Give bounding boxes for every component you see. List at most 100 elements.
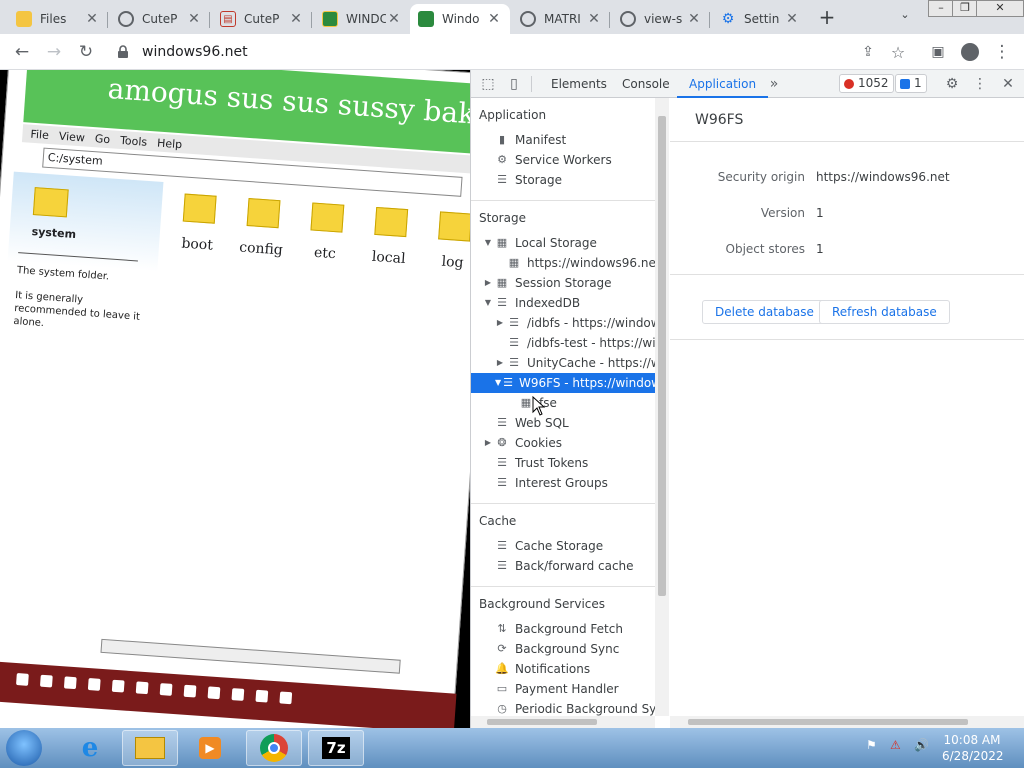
chrome-icon[interactable] [246, 730, 302, 766]
w96-file-log[interactable]: log [422, 210, 470, 272]
tab-settings[interactable]: ⚙ Settin ✕ [712, 4, 808, 34]
close-icon[interactable]: ✕ [586, 11, 602, 27]
w96-horizontal-scrollbar[interactable] [100, 638, 401, 674]
tab-matri[interactable]: MATRI ✕ [512, 4, 610, 34]
collapsed-triangle-icon[interactable]: ▶ [483, 433, 493, 453]
sidebar-item-web-sql[interactable]: ☰ Web SQL [495, 413, 569, 433]
system-clock[interactable]: 10:08 AM 6/28/2022 [942, 732, 1004, 764]
bookmark-star-icon[interactable]: ☆ [888, 42, 908, 62]
sidebar-item-background-fetch[interactable]: ⇅ Background Fetch [495, 619, 623, 639]
sidebar-item-trust-tokens[interactable]: ☰ Trust Tokens [495, 453, 588, 473]
collapsed-triangle-icon[interactable]: ▶ [483, 273, 493, 293]
devtools-close-icon[interactable]: ✕ [999, 75, 1017, 93]
inspect-element-icon[interactable]: ⬚ [479, 75, 497, 93]
new-tab-button[interactable]: + [816, 7, 838, 29]
tab-cutep-2[interactable]: ▤ CuteP ✕ [212, 4, 312, 34]
scrollbar-thumb[interactable] [658, 116, 666, 596]
window-close-button[interactable]: ✕ [976, 0, 1024, 17]
devtools-tab-elements[interactable]: Elements [551, 70, 607, 98]
devtools-menu-kebab-icon[interactable]: ⋮ [971, 75, 989, 93]
ie-icon[interactable]: e [62, 730, 118, 766]
message-count-badge[interactable]: 1 [895, 74, 927, 93]
expanded-triangle-icon[interactable]: ▼ [483, 293, 493, 313]
w96-menu-go[interactable]: Go [94, 132, 110, 146]
tab-files[interactable]: Files ✕ [8, 4, 108, 34]
sidebar-item-session-storage[interactable]: ▶ ▦ Session Storage [483, 273, 612, 293]
maximize-button[interactable]: ❐ [952, 0, 978, 17]
sidebar-item-interest-groups[interactable]: ☰ Interest Groups [495, 473, 608, 493]
network-warning-icon[interactable]: ⚠ [890, 738, 901, 758]
menu-kebab-icon[interactable]: ⋮ [992, 42, 1012, 62]
tab-windc[interactable]: WINDC ✕ [314, 4, 410, 34]
devtools-tab-application[interactable]: Application [677, 70, 769, 98]
minimize-button[interactable]: – [928, 0, 954, 17]
reload-icon[interactable]: ↻ [76, 42, 96, 62]
error-icon [844, 79, 854, 89]
collapsed-triangle-icon[interactable]: ▶ [495, 353, 505, 373]
sidebar-item-cache-storage[interactable]: ☰ Cache Storage [495, 536, 603, 556]
sidebar-item-idb-idbfs-test[interactable]: ☰ /idbfs-test - https://winc [507, 333, 655, 353]
database-icon: ☰ [509, 356, 519, 369]
devtools-settings-gear-icon[interactable]: ⚙ [943, 75, 961, 93]
share-icon[interactable]: ⇪ [858, 42, 878, 62]
sidebar-horizontal-scrollbar[interactable] [471, 716, 655, 728]
expanded-triangle-icon[interactable]: ▼ [495, 373, 501, 393]
delete-database-button[interactable]: Delete database [702, 300, 827, 324]
sidebar-item-periodic-background-sync[interactable]: ◷ Periodic Background Sync [495, 699, 655, 716]
close-icon[interactable]: ✕ [386, 11, 402, 27]
close-icon[interactable]: ✕ [686, 11, 702, 27]
device-toolbar-icon[interactable]: ▯ [505, 75, 523, 93]
w96-file-etc[interactable]: etc [294, 202, 358, 264]
sidebar-item-service-workers[interactable]: ⚙ Service Workers [495, 150, 612, 170]
error-count-badge[interactable]: 1052 [839, 74, 894, 93]
main-horizontal-scrollbar[interactable] [670, 716, 1024, 728]
sidebar-item-storage-overview[interactable]: ☰ Storage [495, 170, 562, 190]
tab-view-s[interactable]: view-s ✕ [612, 4, 710, 34]
expanded-triangle-icon[interactable]: ▼ [483, 233, 493, 253]
w96-file-local[interactable]: local [358, 206, 422, 268]
w96-file-boot[interactable]: boot [167, 193, 231, 255]
w96-menu-file[interactable]: File [30, 127, 49, 141]
media-player-icon[interactable]: ▶ [182, 730, 238, 766]
explorer-icon[interactable] [122, 730, 178, 766]
sidebar-item-background-sync[interactable]: ⟳ Background Sync [495, 639, 619, 659]
windows-start-orb-icon[interactable] [6, 730, 42, 766]
tab-cutep-1[interactable]: CuteP ✕ [110, 4, 210, 34]
action-center-flag-icon[interactable]: ⚑ [866, 738, 877, 758]
close-icon[interactable]: ✕ [186, 11, 202, 27]
close-icon[interactable]: ✕ [288, 11, 304, 27]
w96-menu-help[interactable]: Help [157, 136, 183, 151]
refresh-database-button[interactable]: Refresh database [819, 300, 950, 324]
w96-menu-view[interactable]: View [58, 129, 85, 144]
sidebar-item-idb-w96fs[interactable]: ▼ ☰ W96FS - https://window [471, 373, 655, 393]
volume-icon[interactable]: 🔊 [914, 738, 929, 758]
tab-windows96-active[interactable]: Windo ✕ [410, 4, 510, 34]
collapsed-triangle-icon[interactable]: ▶ [495, 313, 505, 333]
w96-file-config[interactable]: config [231, 197, 295, 259]
sidebar-item-payment-handler[interactable]: ▭ Payment Handler [495, 679, 619, 699]
sidebar-item-manifest[interactable]: ▮ Manifest [495, 130, 566, 150]
more-tabs-chevron-icon[interactable]: » [765, 75, 783, 93]
close-icon[interactable]: ✕ [784, 11, 800, 27]
devtools-tab-console[interactable]: Console [622, 70, 670, 98]
tab-search-chevron-icon[interactable]: ⌄ [895, 8, 915, 26]
close-icon[interactable]: ✕ [486, 11, 502, 27]
sidebar-item-idb-unitycache[interactable]: ▶ ☰ UnityCache - https://wir [495, 353, 655, 373]
side-panel-icon[interactable]: ▣ [928, 42, 948, 62]
w96-menu-tools[interactable]: Tools [120, 133, 148, 148]
sidebar-item-cookies[interactable]: ▶ ❂ Cookies [483, 433, 562, 453]
sidebar-item-bfcache[interactable]: ☰ Back/forward cache [495, 556, 633, 576]
profile-avatar-icon[interactable] [960, 42, 980, 62]
7zip-icon[interactable]: 7z [308, 730, 364, 766]
sidebar-item-notifications[interactable]: 🔔 Notifications [495, 659, 590, 679]
close-icon[interactable]: ✕ [84, 11, 100, 27]
omnibox[interactable]: windows96.net [108, 38, 926, 66]
sidebar-item-indexeddb[interactable]: ▼ ☰ IndexedDB [483, 293, 580, 313]
sidebar-vertical-scrollbar[interactable] [655, 98, 669, 716]
section-cache: Cache [479, 514, 517, 528]
sidebar-item-local-storage[interactable]: ▼ ▦ Local Storage [483, 233, 597, 253]
back-arrow-icon[interactable]: ← [12, 42, 32, 62]
forward-arrow-icon[interactable]: → [44, 42, 64, 62]
sidebar-item-local-storage-origin[interactable]: ▦ https://windows96.net [507, 253, 655, 273]
sidebar-item-idb-idbfs[interactable]: ▶ ☰ /idbfs - https://windows [495, 313, 655, 333]
